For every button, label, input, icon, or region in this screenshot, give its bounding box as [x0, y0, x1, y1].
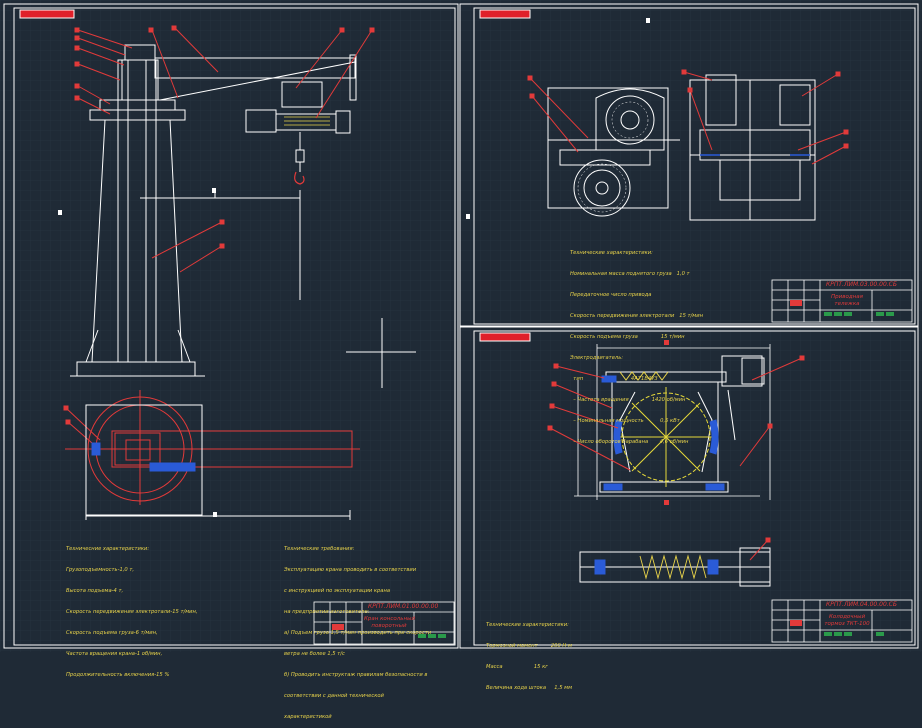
sheet-1-tech-title: Техничесние характеристики: [66, 546, 150, 552]
sheet-2-tech-line: Номинальная масса поднятого груза 1,0 т [570, 271, 690, 277]
sheet-1-req-line: Эксплуатацию крана проводить в соответст… [284, 567, 417, 573]
sheet-1-req-line: на предприятии изготовителе: [284, 609, 370, 615]
sheet-2-tech-line: тип 4А71В4У3 [570, 376, 658, 382]
sheet-3-tech-line: Величина хода штока 1,5 мм [486, 685, 572, 691]
sheet-3-title-code: КРПТ.ЛИМ.04.00.00.СБ [826, 601, 897, 608]
sheet-2-tech-line: – Номинальная мощность 0,5 кВт [570, 418, 680, 424]
sheet-2-tech-title: Технические характеристики: [570, 250, 653, 256]
sheet-1-req-line: соответствии с данной технической [284, 693, 384, 699]
sheet-2-tech-line: Скорость подъема груза 15 т/мин [570, 334, 685, 340]
sheet-1-req-title: Технические требования: [284, 546, 355, 552]
sheet-1-req-line: характеристикой [284, 714, 332, 720]
sheet-1-tech-line: Продолжительность включения-15 % [66, 672, 170, 678]
sheet-2-title-code: КРПТ.ЛИМ.03.00.00.СБ [826, 281, 897, 288]
sheet-1-req-line: б) Проводить инструктаж правилам безопас… [284, 672, 428, 678]
sheet-2-tech-notes: Технические характеристики: Номинальная … [570, 236, 703, 453]
sheet-2-tech-line: Скорость передвижения электротали 15 т/м… [570, 313, 703, 319]
sheet-1-tech-notes: Техничесние характеристики: Грузоподъемн… [66, 532, 198, 686]
sheet-1-req-line: с инструкцией по эксплуатации крана [284, 588, 391, 594]
sheet-2-title-name: Приводная тележка [831, 294, 863, 307]
sheet-2-tech-line: Передаточное число привода [570, 292, 652, 298]
sheet-2-tech-line: – Число оборотов барабана 4,6 об/мин [570, 439, 689, 445]
sheet-3-tech-title: Технические характеристики: [486, 622, 569, 628]
sheet-1-tech-line: Скорость подъема груза-6 т/мин, [66, 630, 158, 636]
sheet-1-req-line: а) Подъем груза 1,5 т/мин производить пр… [284, 630, 432, 636]
sheet-1-title-code: КРПТ.ЛИМ.01.00.00.00 [368, 603, 439, 610]
sheet-2-tech-line: – Частота вращения 1420 об/мин [570, 397, 686, 403]
sheet-1-tech-line: Частота вращения крана-1 об/мин, [66, 651, 163, 657]
sheet-3-tech-line: Тормозной момент 200 Н·м [486, 643, 572, 649]
sheet-1-tech-line: Скорость передвижения электротали-15 т/м… [66, 609, 198, 615]
sheet-3-tech-line: Масса 15 кг [486, 664, 548, 670]
sheet-1-req-line: ветра не более 1,5 т/с [284, 651, 345, 657]
sheet-3-tech-notes: Технические характеристики: Тормозной мо… [486, 608, 572, 699]
sheet-1-title-name: Кран консольный поворотный [364, 616, 416, 629]
sheet-1-tech-line: Высота подъема-4 т, [66, 588, 124, 594]
sheet-1-tech-line: Грузоподъемность-1,0 т, [66, 567, 135, 573]
sheet-1-requirements: Технические требования: Эксплуатацию кра… [284, 532, 431, 728]
sheet-3-title-name: Колодочный тормоз ТКТ-100 [824, 614, 870, 627]
sheet-2-tech-line: Электродвигатель: [570, 355, 624, 361]
